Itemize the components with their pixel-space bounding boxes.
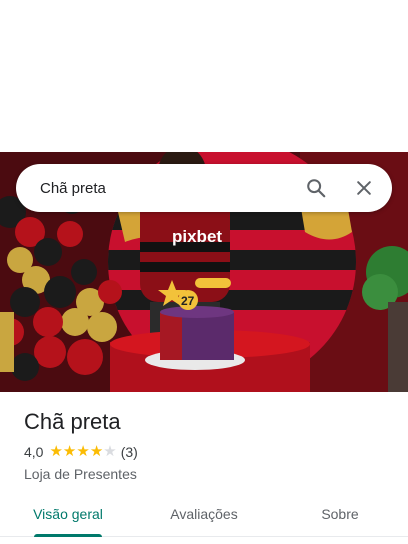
star-empty-icon: ★	[103, 443, 117, 460]
star-icon: ★	[76, 443, 90, 460]
search-bar[interactable]: Chã preta	[16, 164, 392, 212]
star-icon: ★	[89, 443, 104, 460]
tab-overview[interactable]: Visão geral	[0, 492, 136, 537]
review-count[interactable]: (3)	[121, 444, 138, 460]
clear-search-button[interactable]	[340, 164, 388, 212]
search-button[interactable]	[292, 164, 340, 212]
rating-value: 4,0	[24, 444, 44, 460]
star-icon: ★	[49, 443, 63, 460]
star-icon: ★	[62, 443, 77, 460]
tab-bar: Visão geral Avaliações Sobre	[0, 492, 408, 537]
place-info: Chã preta 4,0 ★ ★ ★ ★ ★ (3) Loja de Pres…	[24, 408, 384, 482]
place-category[interactable]: Loja de Presentes	[24, 466, 384, 482]
search-input[interactable]: Chã preta	[16, 180, 292, 197]
rating-row[interactable]: 4,0 ★ ★ ★ ★ ★ (3)	[24, 442, 384, 462]
rating-stars: ★ ★ ★ ★ ★	[49, 444, 116, 460]
shirt-brand-text: pixbet	[172, 227, 222, 246]
close-icon	[357, 181, 371, 195]
cake-number-text: 27	[181, 294, 195, 308]
tab-label: Sobre	[321, 506, 359, 522]
tab-label: Avaliações	[170, 506, 238, 522]
tab-label: Visão geral	[33, 506, 103, 522]
active-tab-indicator	[34, 534, 102, 537]
tab-about[interactable]: Sobre	[272, 492, 408, 536]
place-title: Chã preta	[24, 409, 121, 434]
search-icon	[307, 179, 326, 198]
tab-reviews[interactable]: Avaliações	[136, 492, 272, 536]
